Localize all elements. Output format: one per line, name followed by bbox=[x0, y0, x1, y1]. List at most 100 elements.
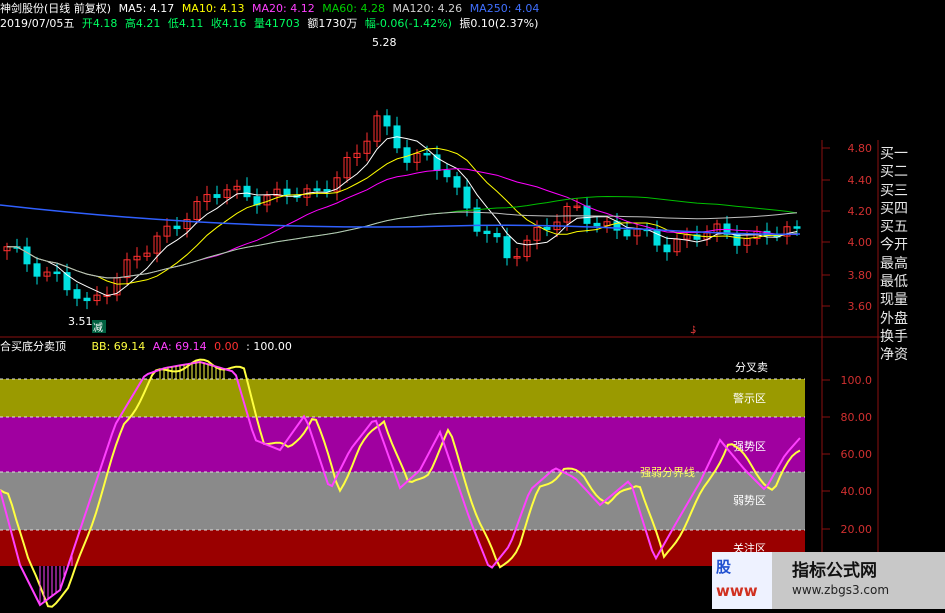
ma5-value: MA5: 4.17 bbox=[118, 2, 175, 15]
price-axis-label: 4.40 bbox=[848, 174, 873, 187]
indicator-axis-label: 20.00 bbox=[841, 523, 873, 536]
stock-name: 神剑股份(日线 前复权) bbox=[0, 2, 112, 15]
candle-body bbox=[283, 188, 291, 196]
bar-volume: 量41703 bbox=[253, 17, 300, 30]
chart-svg[interactable]: 4.80 4.40 4.20 4.00 3.80 3.60 100.0 80.00 60.00 4… bbox=[0, 0, 945, 609]
price-axis-label: 3.60 bbox=[848, 300, 873, 313]
side-item-netasset[interactable]: 净资 bbox=[880, 346, 942, 364]
price-axis-label: 4.00 bbox=[848, 236, 873, 249]
candle-body bbox=[473, 207, 481, 232]
ma-header: 神剑股份(日线 前复权) MA5: 4.17 MA10: 4.13 MA20: … bbox=[0, 2, 543, 16]
side-item-buy1[interactable]: 买一 bbox=[880, 145, 942, 163]
v2-value: : 100.00 bbox=[246, 340, 292, 353]
zone-label-strong: 强势区 bbox=[733, 440, 766, 453]
indicator-axis-label: 60.00 bbox=[841, 448, 873, 461]
zone-warn bbox=[0, 379, 805, 417]
bar-low: 低4.11 bbox=[167, 17, 204, 30]
ma250-value: MA250: 4.04 bbox=[469, 2, 540, 15]
side-item-buy5[interactable]: 买五 bbox=[880, 218, 942, 236]
zone-label-sell: 分叉卖 bbox=[735, 361, 768, 374]
marker-text: 减 bbox=[93, 322, 103, 334]
side-item-low[interactable]: 最低 bbox=[880, 273, 942, 291]
candle-body bbox=[733, 233, 741, 246]
ma60-line bbox=[6, 195, 798, 279]
side-item-buy4[interactable]: 买四 bbox=[880, 200, 942, 218]
candle-body bbox=[383, 115, 391, 127]
ma120-line bbox=[6, 211, 798, 279]
zone-label-boundary: 强弱分界线 bbox=[640, 465, 695, 479]
overlay-box bbox=[250, 282, 693, 330]
candle-body bbox=[593, 222, 601, 227]
side-item-turnover[interactable]: 换手 bbox=[880, 328, 942, 346]
candle-body bbox=[623, 229, 631, 237]
side-item-high[interactable]: 最高 bbox=[880, 255, 942, 273]
candle-body bbox=[53, 271, 61, 275]
watermark-title: 指标公式网 bbox=[792, 561, 877, 581]
ma5-line bbox=[6, 136, 798, 297]
candle-body bbox=[793, 226, 801, 229]
top-right-panel bbox=[535, 0, 880, 140]
side-item-buy2[interactable]: 买二 bbox=[880, 163, 942, 181]
bar-amplitude: 振0.10(2.37%) bbox=[459, 17, 539, 30]
high-marker: 5.28 bbox=[372, 36, 397, 49]
candle-body bbox=[323, 189, 331, 192]
bar-close: 收4.16 bbox=[210, 17, 247, 30]
candle-body bbox=[313, 188, 321, 191]
candle-body bbox=[663, 244, 671, 253]
side-item-open[interactable]: 今开 bbox=[880, 236, 942, 254]
ma10-value: MA10: 4.13 bbox=[181, 2, 245, 15]
watermark-logo: 股 www bbox=[712, 552, 772, 609]
bar-open: 开4.18 bbox=[81, 17, 118, 30]
candle-body bbox=[463, 186, 471, 209]
watermark-url: www.zbgs3.com bbox=[792, 583, 890, 597]
indicator-axis-label: 40.00 bbox=[841, 485, 873, 498]
indicator-header: 合买底分卖顶 BB: 69.14 AA: 69.14 0.00 : 100.00 bbox=[0, 340, 296, 354]
watermark-logo-bottom: www bbox=[716, 582, 758, 600]
candle-body bbox=[23, 246, 31, 265]
chart-stage[interactable]: 4.80 4.40 4.20 4.00 3.80 3.60 100.0 80.00 60.00 4… bbox=[0, 0, 945, 609]
zone-strong bbox=[0, 417, 805, 472]
price-axis-label: 4.20 bbox=[848, 205, 873, 218]
candle-body bbox=[493, 233, 501, 238]
ma20-line bbox=[6, 168, 798, 279]
candle-body bbox=[243, 185, 251, 198]
ma120-value: MA120: 4.26 bbox=[392, 2, 463, 15]
candle-body bbox=[83, 297, 91, 302]
candle-body bbox=[583, 205, 591, 224]
candle-body bbox=[483, 230, 491, 235]
price-axis-label: 3.80 bbox=[848, 269, 873, 282]
bar-amount: 额1730万 bbox=[307, 17, 358, 30]
bar-date: 2019/07/05五 bbox=[0, 17, 75, 30]
bar-high: 高4.21 bbox=[124, 17, 161, 30]
zone-weak bbox=[0, 472, 805, 530]
quote-side-menu: 买一 买二 买三 买四 买五 今开 最高 最低 现量 外盘 换手 净资 bbox=[880, 145, 942, 365]
side-item-buy3[interactable]: 买三 bbox=[880, 182, 942, 200]
candle-body bbox=[33, 263, 41, 277]
v1-value: 0.00 bbox=[214, 340, 239, 353]
candle-body bbox=[423, 152, 431, 156]
ohlc-header: 2019/07/05五 开4.18 高4.21 低4.11 收4.16 量417… bbox=[0, 17, 542, 31]
bar-change: 幅-0.06(-1.42%) bbox=[364, 17, 452, 30]
candle-body bbox=[213, 194, 221, 198]
indicator-name: 合买底分卖顶 bbox=[0, 340, 66, 353]
aa-value: AA: 69.14 bbox=[152, 340, 207, 353]
bb-value: BB: 69.14 bbox=[91, 340, 146, 353]
candle-body bbox=[173, 225, 181, 230]
zone-label-weak: 弱势区 bbox=[733, 494, 766, 507]
side-item-outer[interactable]: 外盘 bbox=[880, 310, 942, 328]
ma20-value: MA20: 4.12 bbox=[252, 2, 315, 15]
watermark-logo-top: 股 bbox=[716, 558, 732, 576]
ma250-line bbox=[0, 204, 801, 235]
watermark: 股 www 指标公式网 www.zbgs3.com bbox=[712, 552, 945, 609]
indicator-axis-label: 100.0 bbox=[841, 374, 873, 387]
low-marker: 3.51 bbox=[68, 315, 93, 328]
candle-body bbox=[73, 289, 81, 299]
candle-body bbox=[443, 170, 451, 178]
indicator-axis-label: 80.00 bbox=[841, 411, 873, 424]
price-axis-label: 4.80 bbox=[848, 142, 873, 155]
ma60-value: MA60: 4.28 bbox=[322, 2, 385, 15]
side-item-volume[interactable]: 现量 bbox=[880, 291, 942, 309]
ma10-line bbox=[6, 147, 798, 285]
candle-body bbox=[453, 176, 461, 188]
zone-label-warn: 警示区 bbox=[733, 391, 766, 405]
